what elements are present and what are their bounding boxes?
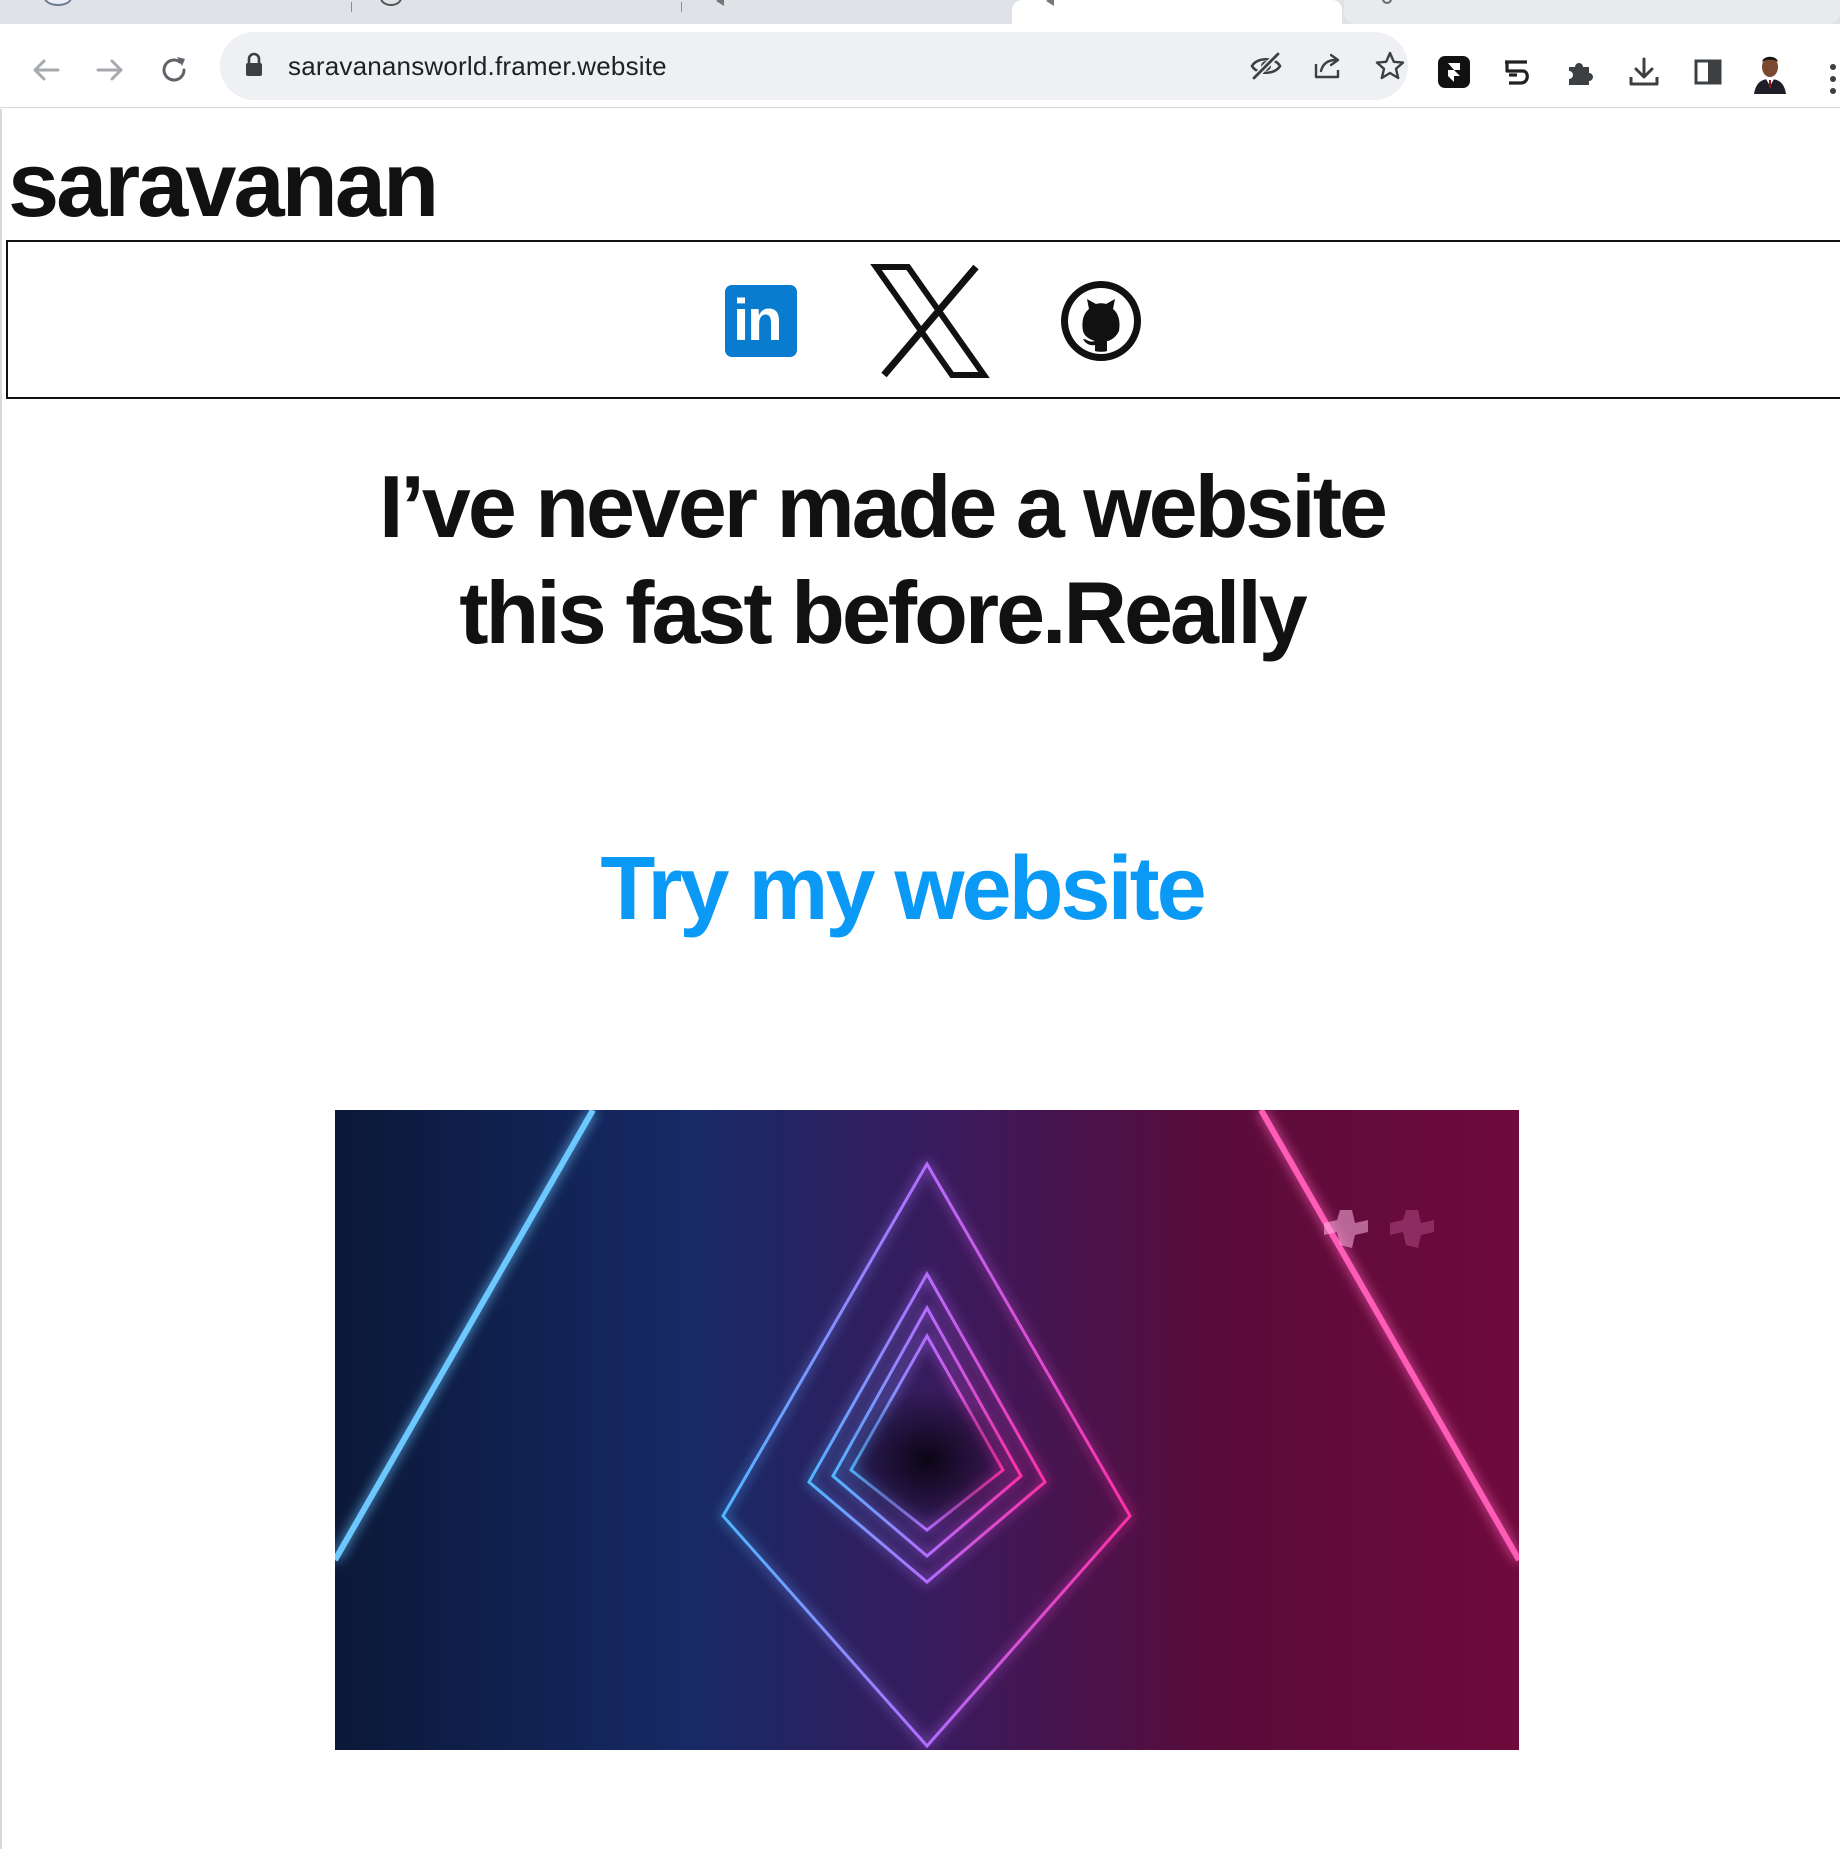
- headline-line-1: I’ve never made a website: [378, 457, 1388, 556]
- back-arrow-icon: [33, 59, 60, 81]
- site-favicon-icon: [380, 0, 402, 6]
- x-icon: [870, 264, 990, 378]
- browser-tab[interactable]: [1344, 0, 1840, 24]
- site-favicon-icon: [716, 0, 724, 6]
- github-link[interactable]: [1058, 278, 1144, 364]
- site-favicon-icon: [1382, 0, 1392, 4]
- star-icon[interactable]: [1370, 46, 1410, 86]
- more-icon[interactable]: [1826, 62, 1840, 98]
- active-tab[interactable]: [1012, 0, 1342, 24]
- back-button[interactable]: [18, 42, 74, 98]
- neon-triangle-tunnel: [335, 1110, 1519, 1749]
- browser-tab[interactable]: [0, 0, 352, 24]
- site-favicon-icon: [44, 0, 72, 6]
- url-text[interactable]: saravanansworld.framer.website: [288, 51, 667, 82]
- puzzle-icon[interactable]: [1556, 48, 1604, 96]
- site-favicon-icon: [1046, 0, 1054, 6]
- browser-toolbar: saravanansworld.framer.website: [0, 24, 1840, 108]
- lock-icon[interactable]: [244, 52, 264, 83]
- linkedin-label: in: [733, 288, 783, 353]
- download-icon[interactable]: [1620, 48, 1668, 96]
- tab-strip: [0, 0, 1840, 24]
- forward-button[interactable]: [82, 42, 138, 98]
- try-website-link[interactable]: Try my website: [2, 844, 1802, 934]
- framer-extension-icon[interactable]: [1430, 48, 1478, 96]
- forward-arrow-icon: [96, 59, 123, 81]
- headline-line-2: this fast before.Really: [459, 563, 1308, 662]
- site-brand[interactable]: saravanan: [8, 139, 439, 231]
- browser-tab[interactable]: [352, 0, 682, 24]
- reload-button[interactable]: [146, 42, 202, 98]
- x-link[interactable]: [868, 262, 992, 380]
- social-links-bar: in: [6, 240, 1840, 399]
- address-bar[interactable]: saravanansworld.framer.website: [220, 32, 1408, 100]
- linkedin-link[interactable]: in: [724, 284, 798, 358]
- linkedin-icon: in: [725, 285, 797, 357]
- hero-image: [335, 1110, 1519, 1750]
- share-icon[interactable]: [1308, 46, 1348, 86]
- browser-tab[interactable]: [682, 0, 1010, 24]
- eye-slash-icon[interactable]: [1246, 46, 1286, 86]
- extension-icon[interactable]: [1492, 48, 1540, 96]
- side-panel-icon[interactable]: [1684, 48, 1732, 96]
- web-page: saravanan in I’ve never made a website t…: [0, 109, 1840, 1849]
- reload-icon: [162, 57, 186, 82]
- github-icon: [1061, 281, 1141, 361]
- hero-headline: I’ve never made a website this fast befo…: [2, 454, 1762, 666]
- profile-avatar[interactable]: [1746, 48, 1794, 96]
